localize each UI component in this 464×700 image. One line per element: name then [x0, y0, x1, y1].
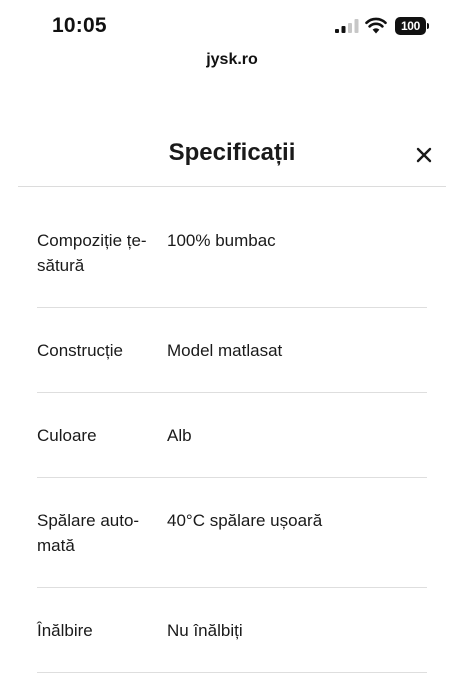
spec-row-machine-wash: Spălare auto- mată 40°C spălare ușoară [0, 478, 464, 588]
browser-url[interactable]: jysk.ro [0, 51, 464, 69]
spec-row-construction: Construcție Model matlasat [0, 308, 464, 393]
battery-nub [427, 23, 429, 29]
battery-icon: 100 [395, 17, 429, 35]
spec-row-composition: Compoziție țe- sătură 100% bumbac [0, 187, 464, 308]
spec-value: 40°C spălare ușoară [167, 511, 323, 530]
screen: 10:05 100 jysk.ro Specificații Compoziți… [0, 0, 464, 700]
close-icon [416, 147, 432, 163]
spec-label: Înălbire [37, 621, 93, 640]
wifi-icon [365, 17, 387, 34]
spec-value: Model matlasat [167, 341, 283, 360]
status-bar: 10:05 100 [0, 0, 464, 48]
spec-label: Culoare [37, 426, 97, 445]
sheet-title: Specificații [168, 139, 296, 166]
spec-list: Compoziție țe- sătură 100% bumbac Constr… [0, 187, 464, 673]
spec-row-color: Culoare Alb [0, 393, 464, 478]
battery-level: 100 [395, 17, 426, 35]
row-divider [37, 672, 427, 673]
spec-value: Alb [167, 426, 192, 445]
signal-icon [335, 19, 359, 33]
spec-value: 100% bumbac [167, 231, 276, 250]
spec-label: Compoziție țe- sătură [37, 231, 147, 275]
spec-label: Construcție [37, 341, 123, 360]
spec-label: Spălare auto- mată [37, 511, 140, 555]
spec-value: Nu înălbiți [167, 621, 243, 640]
status-time: 10:05 [52, 14, 107, 37]
close-button[interactable] [411, 142, 437, 168]
spec-row-bleaching: Înălbire Nu înălbiți [0, 588, 464, 673]
